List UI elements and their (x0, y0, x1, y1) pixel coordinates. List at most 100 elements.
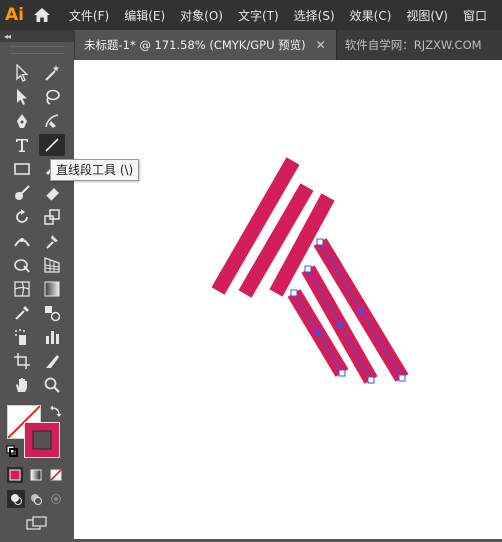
slice-tool-icon (46, 355, 59, 368)
anchor-point (290, 289, 298, 297)
lasso-icon (46, 89, 60, 105)
magic-wand-tool[interactable] (39, 62, 65, 84)
eraser-tool[interactable] (39, 182, 65, 204)
zoom-tool[interactable] (39, 374, 65, 396)
width-tool[interactable] (9, 230, 35, 252)
rectangle-tool[interactable] (9, 158, 35, 180)
menu-bar: Ai 文件(F) 编辑(E) 对象(O) 文字(T) 选择(S) 效果(C) 视… (0, 0, 502, 30)
draw-inside-button[interactable] (47, 490, 65, 508)
color-mode-button[interactable] (7, 467, 23, 483)
artboard-canvas[interactable] (74, 60, 502, 539)
type-tool-icon (16, 139, 28, 152)
artboard-tool-icon (14, 353, 30, 369)
hand-tool-icon (16, 378, 27, 392)
type-tool[interactable] (9, 134, 35, 156)
none-mode-button[interactable] (48, 467, 64, 483)
default-colors-icon (6, 445, 18, 457)
tab-document-inactive[interactable]: 软件自学网：RJZXW.COM (337, 30, 490, 60)
anchor-point (367, 376, 375, 384)
stroke-swatch[interactable] (24, 422, 60, 458)
app-logo: Ai (5, 5, 24, 25)
menu-select[interactable]: 选择(S) (294, 7, 335, 24)
slice-tool[interactable] (39, 350, 65, 372)
magic-wand-icon (45, 65, 60, 81)
shape-builder-tool[interactable] (9, 254, 35, 276)
anchor-point (398, 374, 406, 382)
direct-selection-tool[interactable] (9, 86, 35, 108)
eyedropper-tool[interactable] (9, 302, 35, 324)
symbol-sprayer-tool[interactable] (9, 326, 35, 348)
draw-behind-button[interactable] (27, 490, 45, 508)
collapse-panel-icon[interactable]: ◂◂ (4, 32, 11, 41)
tab-document-title: 未标题-1* @ 171.58% (CMYK/GPU 预览) (84, 38, 306, 52)
anchor-point (316, 238, 324, 246)
document-tab-bar: 未标题-1* @ 171.58% (CMYK/GPU 预览) ✕ 软件自学网：R… (74, 30, 502, 60)
perspective-grid-tool[interactable] (39, 254, 65, 276)
puppet-warp-icon (46, 235, 58, 249)
eyedropper-tool-icon (15, 306, 29, 320)
menu-type[interactable]: 文字(T) (238, 7, 279, 24)
menu-window[interactable]: 窗口 (463, 7, 487, 24)
rectangle-tool-icon (14, 163, 30, 175)
scale-tool-icon (44, 209, 60, 225)
gradient-mode-icon (30, 469, 42, 481)
center-point (358, 308, 364, 314)
swap-colors-icon (50, 405, 62, 417)
column-graph-icon (46, 331, 59, 344)
default-colors-button[interactable] (6, 445, 18, 457)
selection-tool-icon (16, 64, 29, 82)
menu-file[interactable]: 文件(F) (69, 7, 109, 24)
shape-builder-icon (14, 259, 30, 273)
tools-panel-header[interactable]: ◂◂ (0, 30, 74, 42)
screen-mode-button[interactable] (24, 514, 50, 532)
puppet-warp-tool[interactable] (39, 230, 65, 252)
paintbrush-tool[interactable] (9, 182, 35, 204)
screen-mode-icon (26, 516, 47, 530)
tab-close-button[interactable]: ✕ (316, 38, 326, 52)
pen-tool[interactable] (9, 110, 35, 132)
anchor-point (338, 369, 346, 377)
curvature-tool[interactable] (39, 110, 65, 132)
scale-tool[interactable] (39, 206, 65, 228)
line-segment-tool-icon (45, 138, 59, 152)
swap-colors-button[interactable] (49, 404, 63, 418)
gradient-tool[interactable] (39, 278, 65, 300)
tools-panel-grip[interactable] (10, 46, 64, 54)
menu-object[interactable]: 对象(O) (180, 7, 223, 24)
tab-document-active[interactable]: 未标题-1* @ 171.58% (CMYK/GPU 预览) ✕ (74, 30, 337, 60)
eraser-tool-icon (45, 188, 59, 202)
gradient-mode-button[interactable] (28, 467, 44, 483)
mesh-tool-icon (14, 281, 30, 297)
stroke-swatch-icon (32, 430, 52, 450)
draw-normal-icon (11, 494, 22, 505)
menu-edit[interactable]: 编辑(E) (124, 7, 165, 24)
column-graph-tool[interactable] (39, 326, 65, 348)
draw-normal-button[interactable] (7, 490, 25, 508)
menu-view[interactable]: 视图(V) (406, 7, 448, 24)
tools-panel: ◂◂ (0, 30, 75, 539)
tab-inactive-title: 软件自学网：RJZXW.COM (344, 38, 482, 52)
rotate-tool[interactable] (9, 206, 35, 228)
rotate-tool-icon (16, 209, 28, 223)
anchor-point (304, 265, 312, 273)
hand-tool[interactable] (9, 374, 35, 396)
artwork (211, 157, 409, 384)
zoom-tool-icon (44, 377, 60, 393)
mesh-tool[interactable] (9, 278, 35, 300)
line-segment-tool[interactable] (39, 134, 65, 156)
lasso-tool[interactable] (39, 86, 65, 108)
tool-tooltip: 直线段工具 (\) (50, 159, 140, 181)
selection-tool[interactable] (9, 62, 35, 84)
draw-behind-icon (31, 494, 42, 505)
perspective-grid-icon (44, 257, 60, 273)
curvature-tool-icon (45, 114, 59, 128)
gradient-tool-icon (44, 281, 60, 297)
none-mode-icon (50, 469, 62, 481)
color-mode-icon (9, 469, 21, 481)
direct-selection-icon (17, 89, 27, 105)
artboard-tool[interactable] (9, 350, 35, 372)
menu-effect[interactable]: 效果(C) (350, 7, 392, 24)
center-point (315, 330, 321, 336)
home-button[interactable] (29, 0, 55, 30)
blend-tool[interactable] (39, 302, 65, 324)
